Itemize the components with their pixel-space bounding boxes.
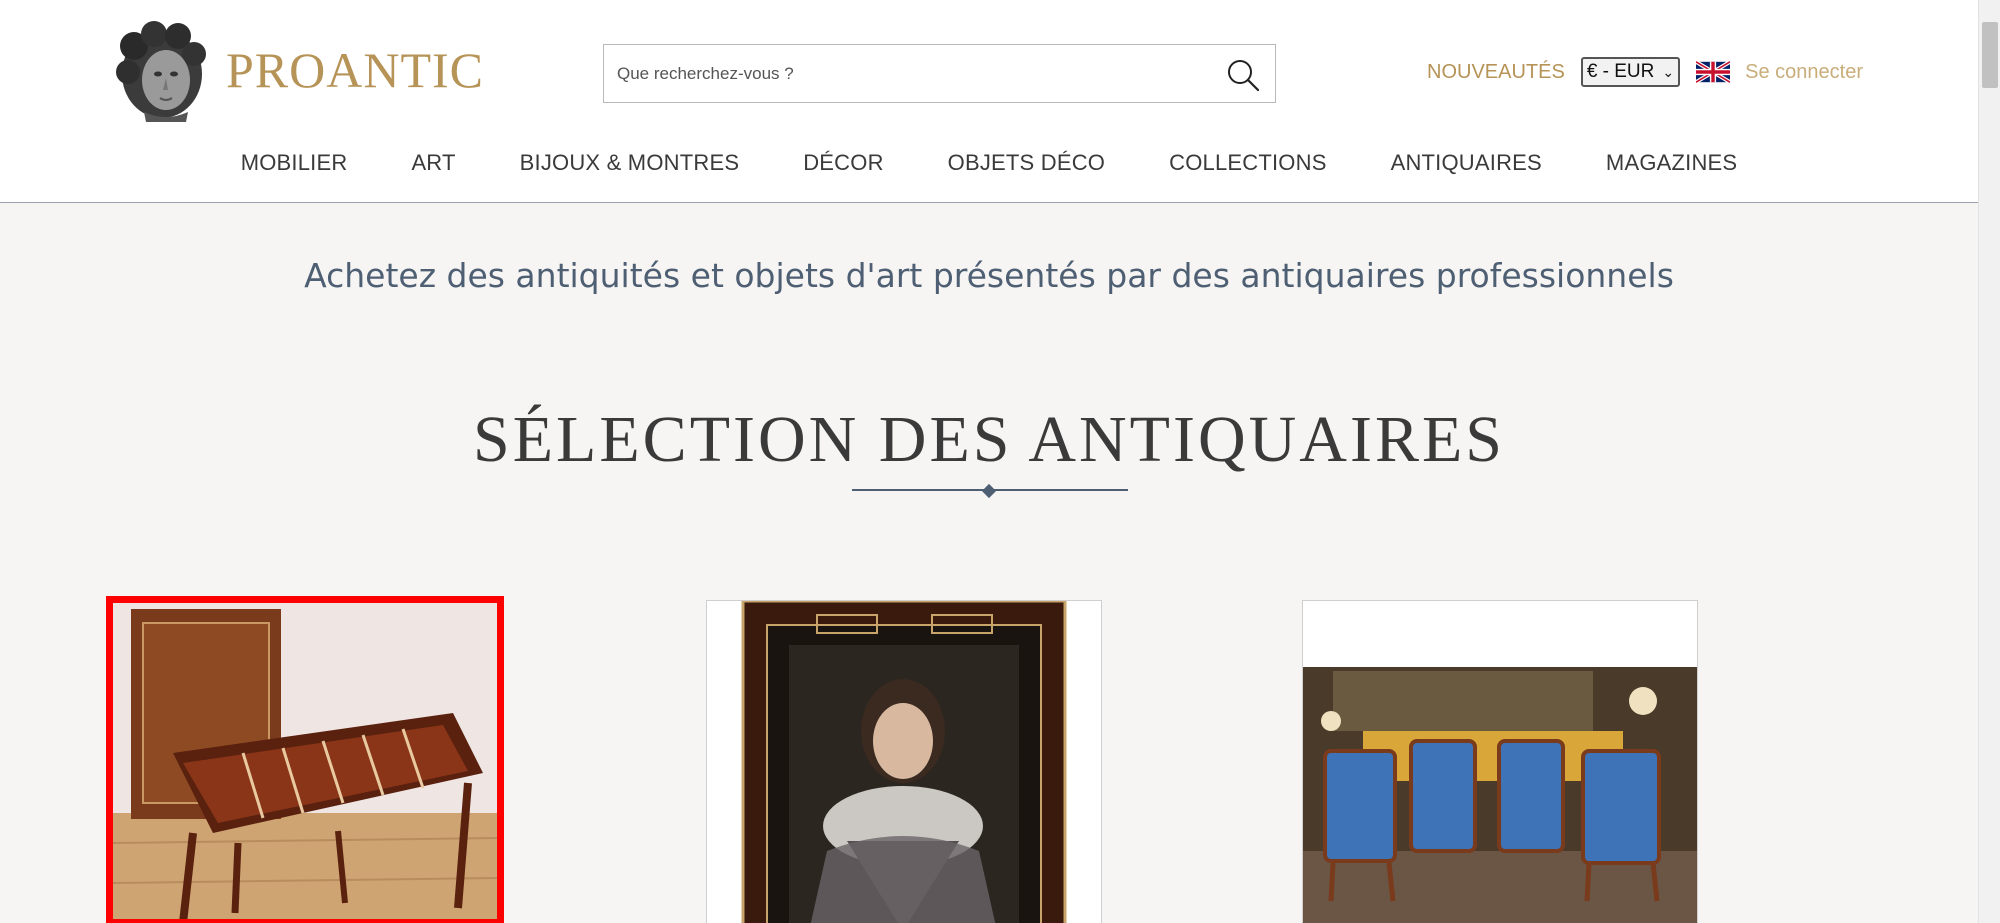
logo-text: PROANTIC [226,42,485,98]
site-header: PROANTIC NOUVEAUTÉS € - EUR ⌄ Se connect… [0,0,1978,203]
section-title: SÉLECTION DES ANTIQUAIRES [473,403,1505,476]
page-tagline: Achetez des antiquités et objets d'art p… [304,256,1674,295]
portrait-painting-image [707,601,1101,923]
nav-item-objets-deco[interactable]: OBJETS DÉCO [948,150,1105,176]
search-box [603,44,1276,103]
header-utilities: NOUVEAUTÉS € - EUR ⌄ Se connecter [1427,56,1863,88]
nav-item-collections[interactable]: COLLECTIONS [1169,150,1326,176]
nav-item-art[interactable]: ART [411,150,455,176]
product-card-backgammon-table[interactable] [106,596,504,923]
nav-item-mobilier[interactable]: MOBILIER [241,150,348,176]
main-nav: MOBILIER ART BIJOUX & MONTRES DÉCOR OBJE… [0,150,1978,176]
logo-link[interactable]: PROANTIC [110,18,484,122]
nav-item-magazines[interactable]: MAGAZINES [1606,150,1737,176]
nav-item-decor[interactable]: DÉCOR [803,150,883,176]
nav-item-bijoux-montres[interactable]: BIJOUX & MONTRES [520,150,740,176]
currency-value: € - EUR [1586,61,1655,82]
login-link[interactable]: Se connecter [1745,61,1863,84]
uk-flag-icon[interactable] [1696,60,1731,84]
nouveautes-link[interactable]: NOUVEAUTÉS [1427,61,1565,84]
logo-head-icon [116,21,206,122]
divider-diamond-icon [981,483,997,499]
currency-select[interactable]: € - EUR ⌄ [1580,57,1681,87]
product-card-portrait[interactable] [706,600,1102,923]
backgammon-game-table-image [113,603,497,919]
product-card-armchairs[interactable] [1302,600,1698,923]
nav-item-antiquaires[interactable]: ANTIQUAIRES [1391,150,1542,176]
scrollbar-thumb[interactable] [1982,22,1998,88]
page-scrollbar[interactable] [1978,0,2000,923]
search-input[interactable] [604,45,1204,102]
armchairs-salon-image [1303,601,1697,923]
search-icon[interactable] [1225,57,1261,93]
chevron-down-icon: ⌄ [1662,63,1675,80]
